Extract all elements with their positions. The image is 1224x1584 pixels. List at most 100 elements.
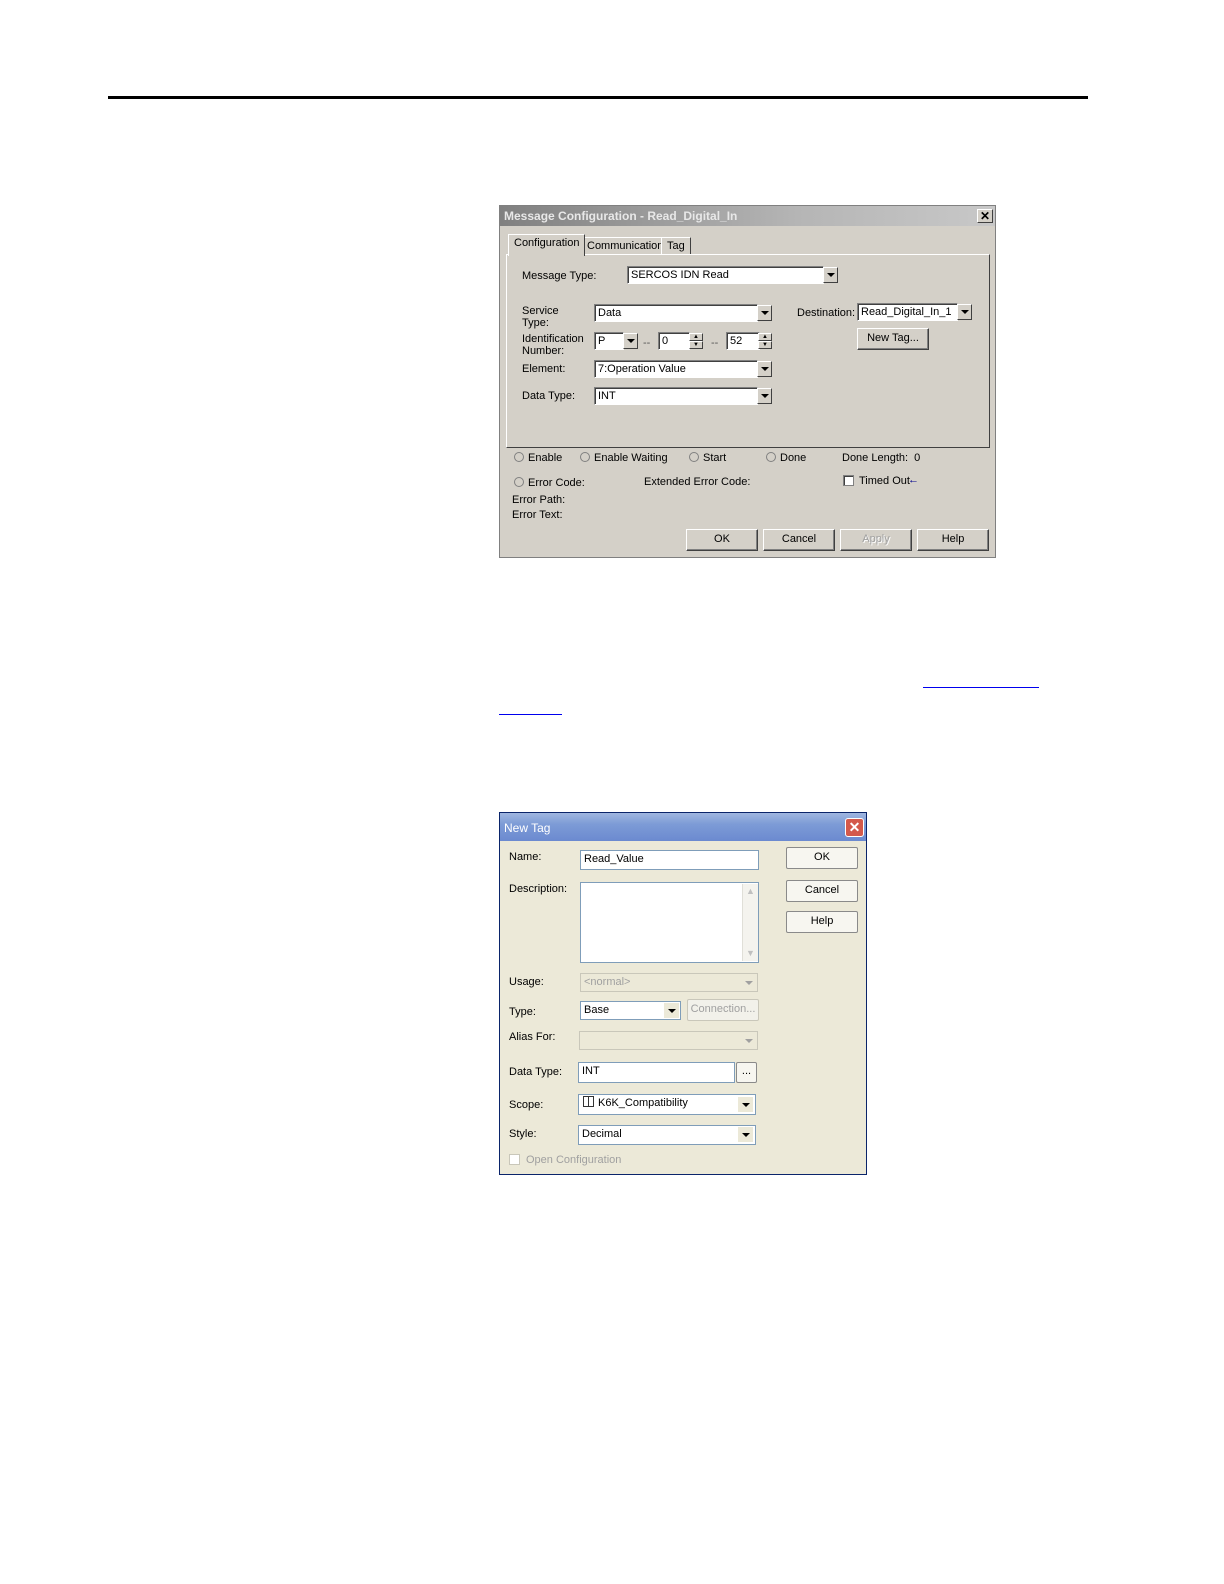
dialog-title: Message Configuration - Read_Digital_In <box>504 209 738 223</box>
start-indicator-icon <box>689 452 699 462</box>
name-input[interactable]: Read_Value <box>580 850 759 870</box>
service-type-value: Data <box>598 307 622 319</box>
close-icon[interactable]: ✕ <box>845 818 864 837</box>
type-label: Type: <box>509 1006 536 1018</box>
identification-label-1: Identification <box>522 333 584 345</box>
type-value: Base <box>584 1004 610 1016</box>
done-label: Done <box>780 452 807 464</box>
id-separator-1: -- <box>643 337 651 349</box>
link-underline[interactable] <box>923 687 1039 688</box>
chevron-down-icon[interactable] <box>623 333 638 349</box>
id-prefix-select[interactable]: P <box>594 332 624 350</box>
usage-value: <normal> <box>584 976 631 988</box>
tab-configuration[interactable]: Configuration <box>508 234 586 256</box>
id-set-value: 0 <box>662 335 669 347</box>
id-number-value: 52 <box>730 335 743 347</box>
enable-label: Enable <box>528 452 563 464</box>
chevron-down-icon[interactable] <box>741 975 756 990</box>
close-icon[interactable]: ✕ <box>977 209 993 223</box>
controller-icon <box>583 1096 594 1107</box>
destination-select[interactable]: Read_Digital_In_1 <box>857 303 958 321</box>
data-type-value: INT <box>582 1065 600 1077</box>
id-number-input[interactable]: 52 <box>726 332 760 350</box>
message-type-value: SERCOS IDN Read <box>631 269 729 281</box>
start-label: Start <box>703 452 727 464</box>
enable-waiting-indicator-icon <box>580 452 590 462</box>
tab-tag[interactable]: Tag <box>661 237 691 255</box>
enable-waiting-label: Enable Waiting <box>594 452 668 464</box>
chevron-down-icon[interactable] <box>757 388 772 404</box>
id-prefix-value: P <box>598 335 606 347</box>
done-indicator-icon <box>766 452 776 462</box>
element-select[interactable]: 7:Operation Value <box>594 360 758 378</box>
tab-communication[interactable]: Communication <box>581 237 670 255</box>
element-label: Element: <box>522 363 566 375</box>
id-separator-2: -- <box>711 337 719 349</box>
ok-button[interactable]: OK <box>686 529 758 551</box>
apply-button[interactable]: Apply <box>840 529 912 551</box>
title-bar: Message Configuration - Read_Digital_In … <box>500 206 995 226</box>
timed-out-checkbox[interactable] <box>843 475 854 486</box>
service-type-label-1: Service <box>522 305 559 317</box>
cancel-button[interactable]: Cancel <box>786 880 858 902</box>
link-underline[interactable] <box>499 714 562 715</box>
title-bar: New Tag ✕ <box>500 813 866 841</box>
chevron-down-icon[interactable] <box>738 1097 753 1112</box>
scroll-down-icon[interactable]: ▼ <box>743 946 758 961</box>
error-text-label: Error Text: <box>512 509 563 521</box>
alias-for-label: Alias For: <box>509 1031 556 1043</box>
new-tag-dialog: New Tag ✕ Name: Read_Value Description: … <box>499 812 867 1175</box>
chevron-down-icon[interactable] <box>664 1003 679 1018</box>
data-type-select[interactable]: INT <box>594 387 758 405</box>
scope-value: K6K_Compatibility <box>598 1097 688 1109</box>
message-configuration-dialog: Message Configuration - Read_Digital_In … <box>499 205 996 558</box>
name-value: Read_Value <box>584 853 644 865</box>
timed-out-label: Timed Out <box>859 475 910 487</box>
description-textarea[interactable] <box>580 882 759 963</box>
scope-label: Scope: <box>509 1099 544 1111</box>
usage-select[interactable]: <normal> <box>580 973 758 992</box>
chevron-down-icon[interactable] <box>757 305 772 321</box>
scope-select[interactable]: K6K_Compatibility <box>578 1094 756 1115</box>
scroll-up-icon[interactable]: ▲ <box>743 884 758 899</box>
description-label: Description: <box>509 883 568 895</box>
chevron-down-icon[interactable] <box>741 1033 756 1048</box>
data-type-label: Data Type: <box>509 1066 562 1078</box>
service-type-select[interactable]: Data <box>594 304 758 322</box>
enable-indicator-icon <box>514 452 524 462</box>
destination-value: Read_Digital_In_1 <box>861 306 952 318</box>
help-button[interactable]: Help <box>917 529 989 551</box>
browse-button[interactable]: ... <box>736 1062 757 1083</box>
arrow-left-icon: ← <box>908 474 919 486</box>
data-type-label: Data Type: <box>522 390 575 402</box>
connection-button[interactable]: Connection... <box>687 999 759 1021</box>
identification-label-2: Number: <box>522 345 565 357</box>
chevron-down-icon[interactable] <box>757 361 772 377</box>
destination-label: Destination: <box>797 307 856 319</box>
error-code-label: Error Code: <box>528 477 585 489</box>
error-code-indicator-icon <box>514 477 524 487</box>
chevron-down-icon[interactable] <box>957 304 972 320</box>
help-button[interactable]: Help <box>786 911 858 933</box>
data-type-input[interactable]: INT <box>578 1062 735 1083</box>
ok-button[interactable]: OK <box>786 847 858 869</box>
open-configuration-checkbox[interactable] <box>509 1154 520 1165</box>
id-set-input[interactable]: 0 <box>658 332 690 350</box>
id-set-spinner[interactable]: ▲ ▼ <box>689 333 703 349</box>
chevron-down-icon[interactable] <box>823 267 838 283</box>
cancel-button[interactable]: Cancel <box>763 529 835 551</box>
style-value: Decimal <box>582 1128 622 1140</box>
style-select[interactable]: Decimal <box>578 1125 756 1145</box>
alias-for-select[interactable] <box>579 1031 758 1050</box>
done-length-label: Done Length: 0 <box>842 452 921 464</box>
chevron-down-icon[interactable] <box>738 1127 753 1142</box>
message-type-select[interactable]: SERCOS IDN Read <box>627 266 824 284</box>
usage-label: Usage: <box>509 976 544 988</box>
service-type-label-2: Type: <box>522 317 549 329</box>
new-tag-button[interactable]: New Tag... <box>857 328 929 350</box>
id-number-spinner[interactable]: ▲ ▼ <box>758 333 772 349</box>
error-path-label: Error Path: <box>512 494 566 506</box>
description-scrollbar[interactable]: ▲ ▼ <box>742 884 758 961</box>
data-type-value: INT <box>598 390 616 402</box>
extended-error-code-label: Extended Error Code: <box>644 476 751 488</box>
